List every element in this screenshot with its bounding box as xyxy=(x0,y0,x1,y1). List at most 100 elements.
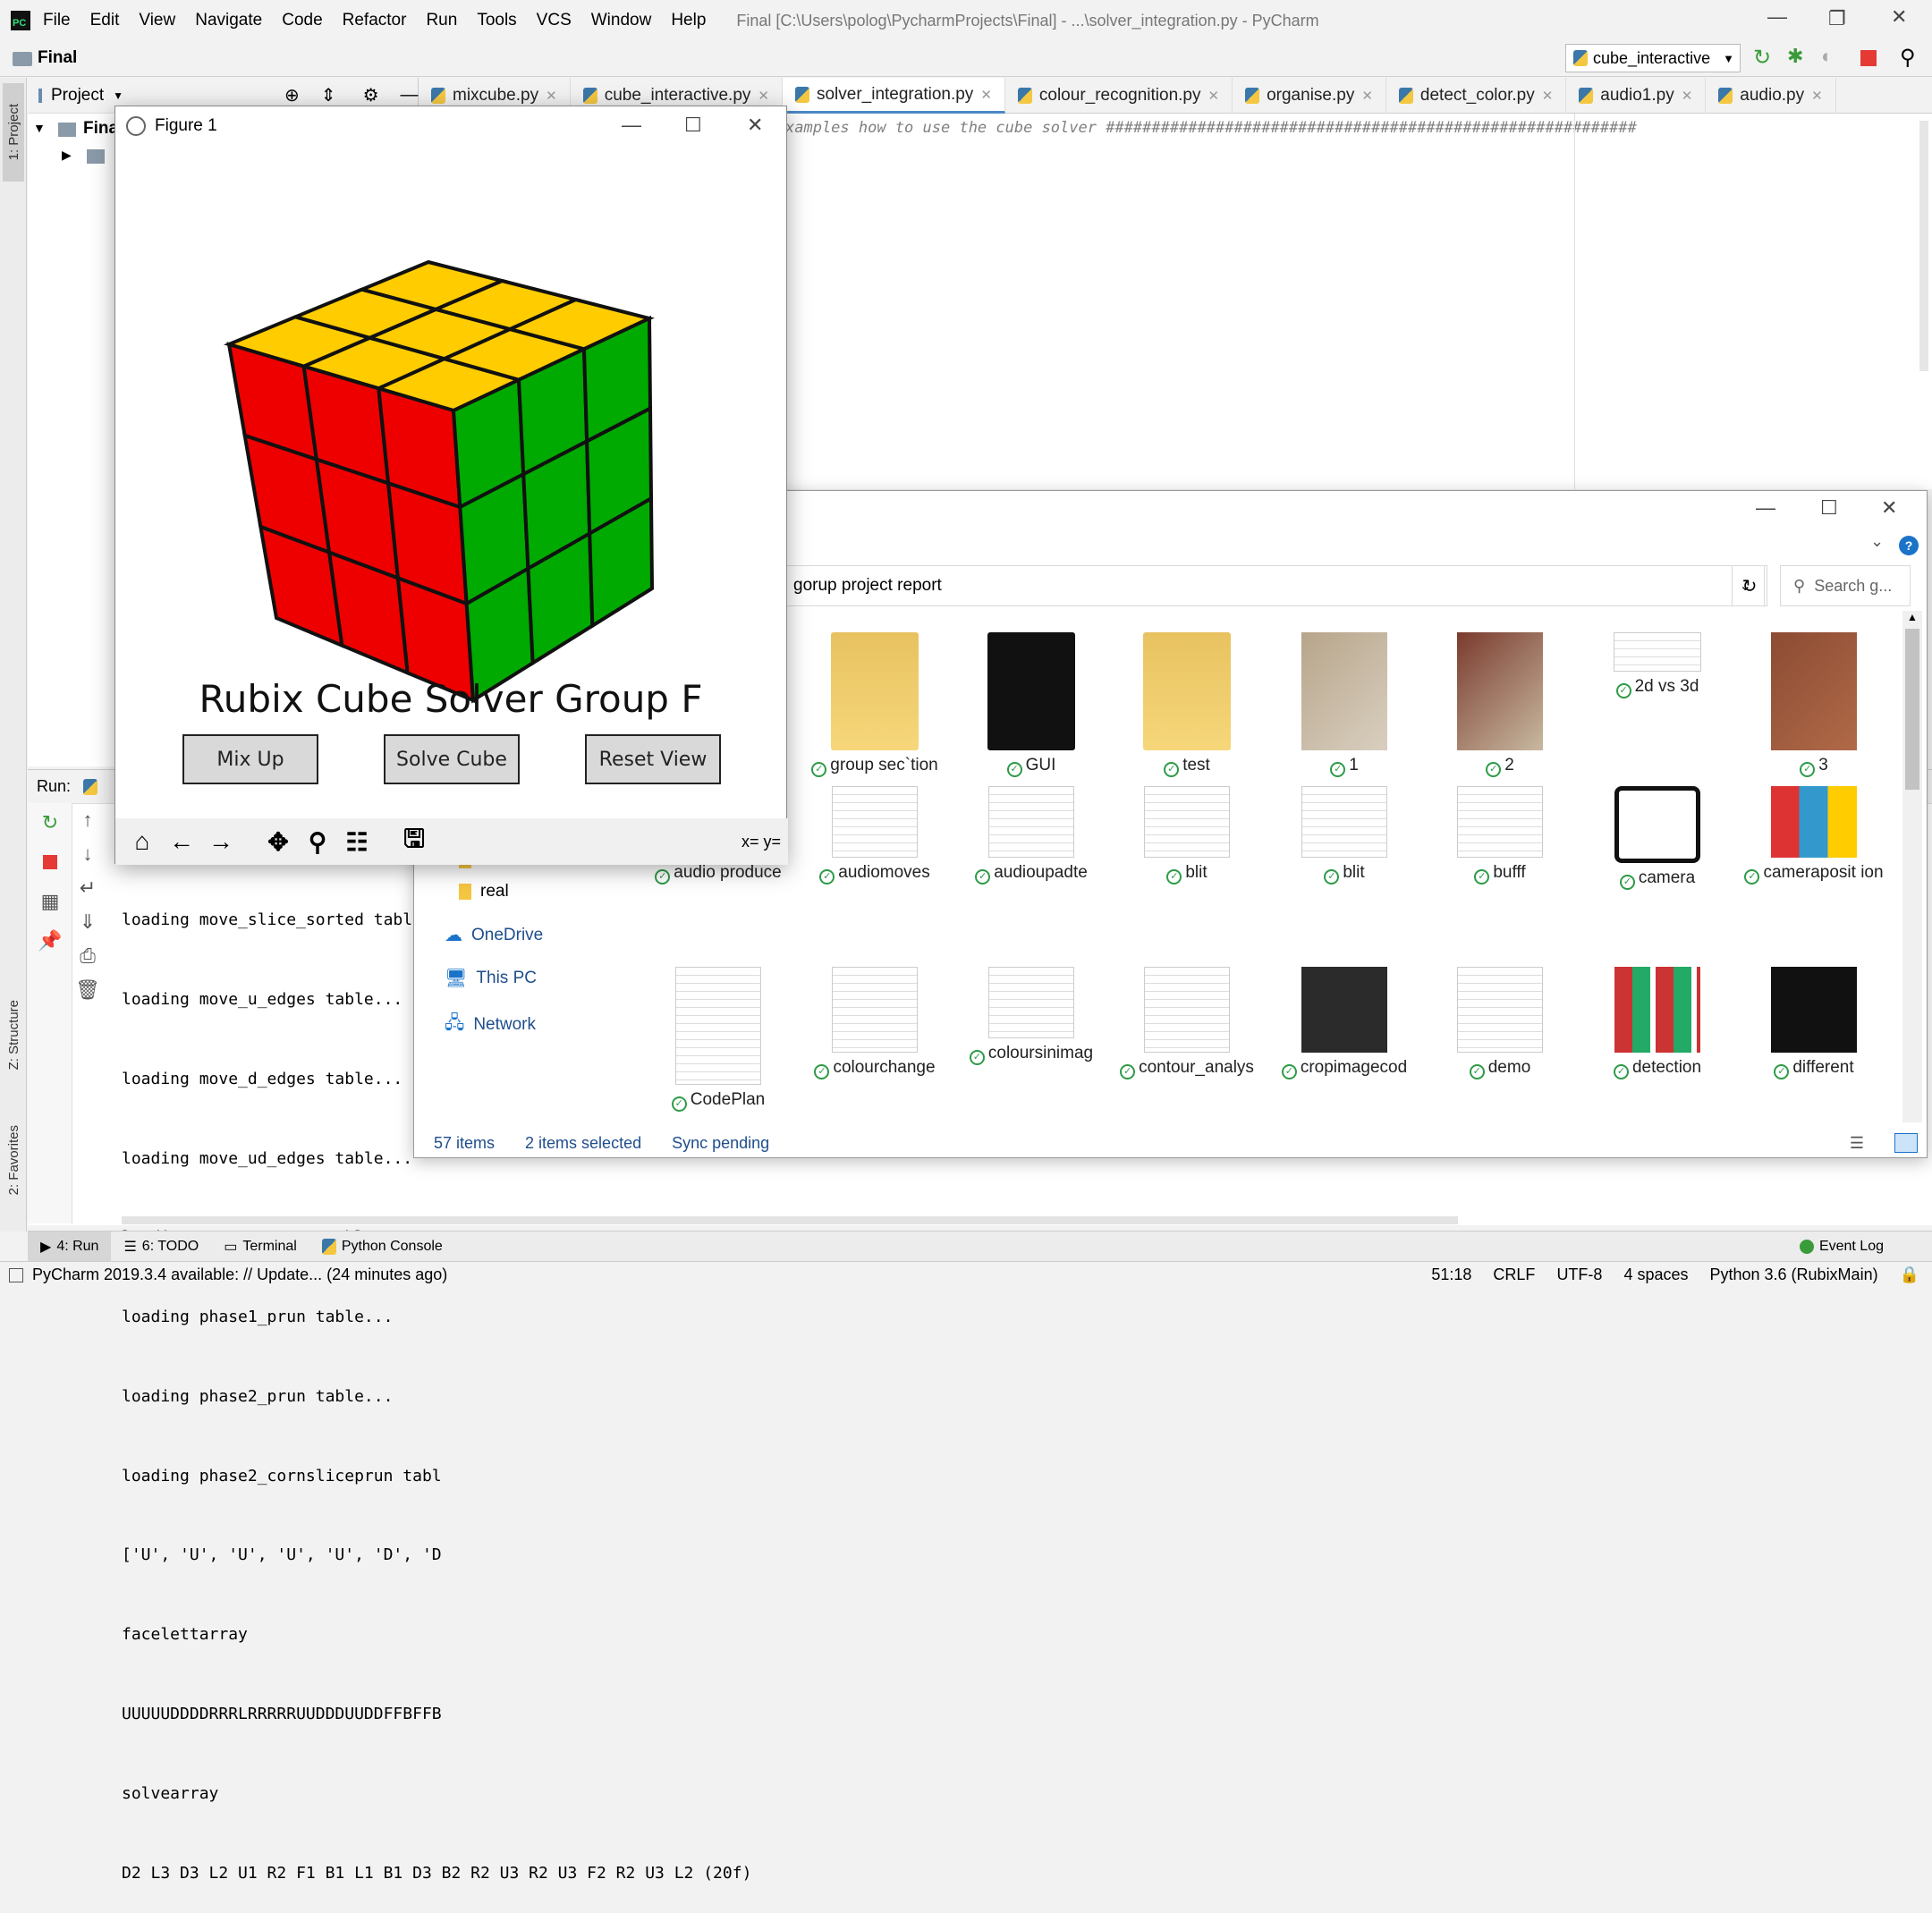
explorer-minimize-icon[interactable]: — xyxy=(1756,496,1775,520)
save-icon[interactable]: 🖫 xyxy=(394,822,434,861)
minimize-icon[interactable]: — xyxy=(1767,5,1787,29)
project-view-select[interactable]: Project xyxy=(51,86,104,106)
file-item[interactable]: ✓ bufff xyxy=(1424,786,1576,885)
file-item[interactable]: ✓ cameraposit ion xyxy=(1738,786,1890,885)
up-arrow-icon[interactable]: ↑ xyxy=(70,803,106,837)
menu-help[interactable]: Help xyxy=(671,11,706,30)
search-box[interactable]: ⚲ Search g... xyxy=(1780,565,1911,606)
tab-solver-integration[interactable]: solver_integration.py ✕ xyxy=(782,78,1005,114)
menu-edit[interactable]: Edit xyxy=(90,11,120,30)
forward-arrow-icon[interactable]: → xyxy=(201,822,241,861)
file-item[interactable]: ✓ camera xyxy=(1581,786,1733,890)
solve-cube-button[interactable]: Solve Cube xyxy=(384,734,520,784)
tab-event-log[interactable]: Event Log xyxy=(1787,1239,1896,1255)
figure-minimize-icon[interactable]: — xyxy=(622,114,641,137)
figure-maximize-icon[interactable]: ☐ xyxy=(684,114,702,137)
scroll-to-end-icon[interactable]: ⇓ xyxy=(70,905,106,939)
file-item[interactable]: ✓ test xyxy=(1111,632,1263,777)
pin-icon[interactable]: 📌 xyxy=(28,921,72,961)
file-item[interactable]: ✓ contour_analys xyxy=(1111,967,1263,1079)
tab-detect-color[interactable]: detect_color.py ✕ xyxy=(1386,78,1567,114)
lock-icon[interactable]: 🔒 xyxy=(1900,1265,1919,1284)
nav-folder-real[interactable]: real xyxy=(459,882,509,901)
tree-expand-icon[interactable]: ▶ xyxy=(62,148,72,163)
tab-terminal[interactable]: ▭ Terminal xyxy=(211,1238,309,1256)
mix-up-button[interactable]: Mix Up xyxy=(182,734,318,784)
explorer-close-icon[interactable]: ✕ xyxy=(1881,496,1897,520)
restore-icon[interactable]: ❐ xyxy=(1828,7,1846,30)
scroll-thumb[interactable] xyxy=(1905,629,1919,790)
subplots-icon[interactable]: ☷ xyxy=(337,822,377,861)
tab-colour-recognition[interactable]: colour_recognition.py ✕ xyxy=(1005,78,1233,114)
file-item[interactable]: ✓ 2d vs 3d xyxy=(1581,632,1733,698)
menu-refactor[interactable]: Refactor xyxy=(343,11,407,30)
close-tab-icon[interactable]: ✕ xyxy=(758,88,769,104)
menu-tools[interactable]: Tools xyxy=(477,11,516,30)
file-item[interactable]: ✓ group sec`tion xyxy=(799,632,951,777)
stop-icon[interactable] xyxy=(28,842,72,882)
close-tab-icon[interactable]: ✕ xyxy=(1811,88,1823,104)
zoom-icon[interactable]: ⚲ xyxy=(298,822,337,861)
rerun-icon[interactable]: ↻ xyxy=(1753,45,1771,71)
search-icon[interactable]: ⚲ xyxy=(1900,45,1916,71)
file-item[interactable]: ✓ 1 xyxy=(1268,632,1420,777)
large-icons-view-icon[interactable] xyxy=(1894,1133,1918,1153)
locate-icon[interactable]: ⊕ xyxy=(284,84,300,106)
menu-window[interactable]: Window xyxy=(591,11,652,30)
file-item[interactable]: ✓ 3 xyxy=(1738,632,1890,777)
close-tab-icon[interactable]: ✕ xyxy=(546,88,557,104)
close-tab-icon[interactable]: ✕ xyxy=(1208,88,1220,104)
favorites-tool-button[interactable]: 2: Favorites xyxy=(3,1106,24,1214)
file-item[interactable]: ✓ blit xyxy=(1268,786,1420,885)
back-arrow-icon[interactable]: ← xyxy=(162,822,201,861)
breadcrumb-project[interactable]: Final xyxy=(38,48,77,68)
coverage-icon[interactable]: ◐ xyxy=(1821,45,1833,68)
rerun-icon[interactable]: ↻ xyxy=(28,803,72,842)
status-toggle-icon[interactable] xyxy=(9,1267,23,1282)
details-view-icon[interactable]: ☰ xyxy=(1850,1134,1864,1153)
file-item[interactable]: ✓ audioupadte xyxy=(955,786,1107,885)
menu-code[interactable]: Code xyxy=(282,11,322,30)
address-bar[interactable]: gorup project report ⌄ xyxy=(784,565,1765,606)
interpreter[interactable]: Python 3.6 (RubixMain) xyxy=(1709,1265,1877,1284)
menu-vcs[interactable]: VCS xyxy=(537,11,572,30)
caret-position[interactable]: 51:18 xyxy=(1431,1265,1471,1284)
refresh-button[interactable]: ↻ xyxy=(1732,565,1767,606)
home-icon[interactable]: ⌂ xyxy=(123,822,162,861)
menu-navigate[interactable]: Navigate xyxy=(195,11,262,30)
editor-scrollbar[interactable] xyxy=(1919,121,1928,371)
nav-this-pc[interactable]: 🖥 This PC xyxy=(445,967,537,989)
nav-network[interactable]: 🖧 Network xyxy=(445,1010,536,1040)
file-item[interactable]: ✓ demo xyxy=(1424,967,1576,1079)
run-config-select[interactable]: cube_interactive ▼ xyxy=(1565,44,1741,72)
tree-root-arrow-icon[interactable]: ▼ xyxy=(33,121,46,135)
indent-setting[interactable]: 4 spaces xyxy=(1623,1265,1688,1284)
close-icon[interactable]: ✕ xyxy=(1891,5,1907,29)
scroll-up-icon[interactable]: ▲ xyxy=(1902,611,1922,623)
file-item[interactable]: ✓ colourchange xyxy=(799,967,951,1079)
file-item[interactable]: ✓ 2 xyxy=(1424,632,1576,777)
print-icon[interactable]: ⎙ xyxy=(70,939,106,973)
file-item[interactable]: ✓ audiomoves xyxy=(799,786,951,885)
nav-onedrive[interactable]: ☁ OneDrive xyxy=(445,924,543,946)
close-tab-icon[interactable]: ✕ xyxy=(980,87,992,103)
project-tool-button[interactable]: 1: Project xyxy=(3,83,24,182)
collapse-icon[interactable]: ⇕ xyxy=(321,84,336,106)
layout-icon[interactable]: ▦ xyxy=(28,882,72,921)
file-encoding[interactable]: UTF-8 xyxy=(1556,1265,1602,1284)
menu-view[interactable]: View xyxy=(139,11,175,30)
soft-wrap-icon[interactable]: ↵ xyxy=(70,871,106,905)
gear-icon[interactable]: ⚙ xyxy=(363,84,379,106)
down-arrow-icon[interactable]: ↓ xyxy=(70,837,106,871)
menu-run[interactable]: Run xyxy=(426,11,457,30)
reset-view-button[interactable]: Reset View xyxy=(585,734,721,784)
tab-todo[interactable]: ☰ 6: TODO xyxy=(111,1238,211,1256)
close-tab-icon[interactable]: ✕ xyxy=(1361,88,1373,104)
file-item[interactable]: ✓ coloursinimag xyxy=(955,967,1107,1065)
tab-python-console[interactable]: Python Console xyxy=(309,1238,455,1255)
help-icon[interactable]: ? xyxy=(1899,536,1919,555)
chevron-down-icon[interactable]: ▼ xyxy=(113,89,123,102)
ribbon-expand-icon[interactable]: ⌄ xyxy=(1870,532,1884,551)
tab-audio1[interactable]: audio1.py ✕ xyxy=(1566,78,1707,114)
line-separator[interactable]: CRLF xyxy=(1493,1265,1535,1284)
